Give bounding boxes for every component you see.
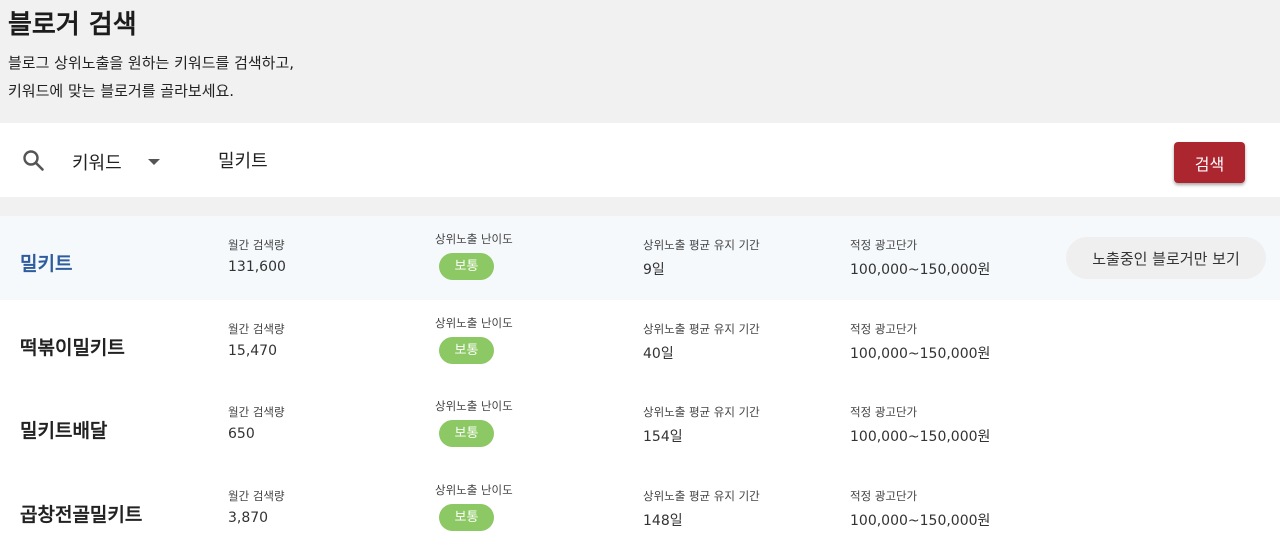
price-label: 적정 광고단가 bbox=[850, 237, 990, 253]
monthly-search-label: 월간 검색량 bbox=[228, 404, 285, 420]
difficulty-label: 상위노출 난이도 bbox=[435, 482, 513, 498]
difficulty-badge: 보통 bbox=[439, 253, 494, 280]
difficulty-stat: 상위노출 난이도 보통 bbox=[435, 231, 513, 280]
price-stat: 적정 광고단가 100,000~150,000원 bbox=[850, 321, 990, 363]
difficulty-badge: 보통 bbox=[439, 337, 494, 364]
price-value: 100,000~150,000원 bbox=[850, 510, 990, 530]
search-icon[interactable] bbox=[21, 148, 45, 172]
duration-stat: 상위노출 평균 유지 기간 9일 bbox=[643, 237, 760, 279]
monthly-search-value: 15,470 bbox=[228, 343, 285, 359]
difficulty-stat: 상위노출 난이도 보통 bbox=[435, 482, 513, 531]
price-stat: 적정 광고단가 100,000~150,000원 bbox=[850, 404, 990, 446]
monthly-search-value: 3,870 bbox=[228, 510, 285, 526]
duration-value: 148일 bbox=[643, 510, 760, 530]
difficulty-stat: 상위노출 난이도 보통 bbox=[435, 398, 513, 447]
exposed-bloggers-button[interactable]: 노출중인 블로거만 보기 bbox=[1066, 237, 1266, 279]
page-title: 블로거 검색 bbox=[8, 4, 137, 41]
price-value: 100,000~150,000원 bbox=[850, 426, 990, 446]
duration-value: 154일 bbox=[643, 426, 760, 446]
duration-label: 상위노출 평균 유지 기간 bbox=[643, 404, 760, 420]
chevron-down-icon bbox=[148, 159, 160, 165]
result-keyword[interactable]: 밀키트배달 bbox=[20, 416, 107, 443]
duration-stat: 상위노출 평균 유지 기간 148일 bbox=[643, 488, 760, 530]
duration-value: 9일 bbox=[643, 259, 760, 279]
page-description-line1: 블로그 상위노출을 원하는 키워드를 검색하고, bbox=[8, 52, 294, 73]
duration-label: 상위노출 평균 유지 기간 bbox=[643, 237, 760, 253]
price-stat: 적정 광고단가 100,000~150,000원 bbox=[850, 237, 990, 279]
difficulty-label: 상위노출 난이도 bbox=[435, 315, 513, 331]
result-keyword[interactable]: 곱창전골밀키트 bbox=[20, 500, 142, 527]
search-button[interactable]: 검색 bbox=[1174, 142, 1245, 183]
result-row[interactable]: 밀키트 월간 검색량 131,600 상위노출 난이도 보통 상위노출 평균 유… bbox=[0, 216, 1280, 300]
monthly-search-value: 131,600 bbox=[228, 259, 286, 275]
price-value: 100,000~150,000원 bbox=[850, 343, 990, 363]
duration-stat: 상위노출 평균 유지 기간 40일 bbox=[643, 321, 760, 363]
results-list: 밀키트 월간 검색량 131,600 상위노출 난이도 보통 상위노출 평균 유… bbox=[0, 216, 1280, 550]
difficulty-label: 상위노출 난이도 bbox=[435, 398, 513, 414]
price-label: 적정 광고단가 bbox=[850, 321, 990, 337]
monthly-search-value: 650 bbox=[228, 426, 285, 442]
result-row[interactable]: 떡볶이밀키트 월간 검색량 15,470 상위노출 난이도 보통 상위노출 평균… bbox=[0, 300, 1280, 384]
monthly-search-stat: 월간 검색량 15,470 bbox=[228, 321, 285, 359]
monthly-search-label: 월간 검색량 bbox=[228, 321, 285, 337]
price-stat: 적정 광고단가 100,000~150,000원 bbox=[850, 488, 990, 530]
monthly-search-stat: 월간 검색량 650 bbox=[228, 404, 285, 442]
duration-label: 상위노출 평균 유지 기간 bbox=[643, 321, 760, 337]
monthly-search-stat: 월간 검색량 131,600 bbox=[228, 237, 286, 275]
result-keyword[interactable]: 밀키트 bbox=[20, 249, 72, 276]
search-input[interactable] bbox=[218, 145, 818, 175]
page-description-line2: 키워드에 맞는 블로거를 골라보세요. bbox=[8, 80, 234, 101]
monthly-search-label: 월간 검색량 bbox=[228, 488, 285, 504]
search-type-select[interactable]: 키워드 bbox=[72, 147, 172, 175]
search-type-label: 키워드 bbox=[72, 149, 122, 175]
difficulty-badge: 보통 bbox=[439, 504, 494, 531]
duration-stat: 상위노출 평균 유지 기간 154일 bbox=[643, 404, 760, 446]
duration-value: 40일 bbox=[643, 343, 760, 363]
monthly-search-label: 월간 검색량 bbox=[228, 237, 286, 253]
search-bar: 키워드 검색 bbox=[0, 123, 1280, 197]
monthly-search-stat: 월간 검색량 3,870 bbox=[228, 488, 285, 526]
price-label: 적정 광고단가 bbox=[850, 404, 990, 420]
price-value: 100,000~150,000원 bbox=[850, 259, 990, 279]
price-label: 적정 광고단가 bbox=[850, 488, 990, 504]
difficulty-badge: 보통 bbox=[439, 420, 494, 447]
result-row[interactable]: 밀키트배달 월간 검색량 650 상위노출 난이도 보통 상위노출 평균 유지 … bbox=[0, 383, 1280, 467]
difficulty-label: 상위노출 난이도 bbox=[435, 231, 513, 247]
result-keyword[interactable]: 떡볶이밀키트 bbox=[20, 333, 125, 360]
difficulty-stat: 상위노출 난이도 보통 bbox=[435, 315, 513, 364]
result-row[interactable]: 곱창전골밀키트 월간 검색량 3,870 상위노출 난이도 보통 상위노출 평균… bbox=[0, 467, 1280, 550]
duration-label: 상위노출 평균 유지 기간 bbox=[643, 488, 760, 504]
